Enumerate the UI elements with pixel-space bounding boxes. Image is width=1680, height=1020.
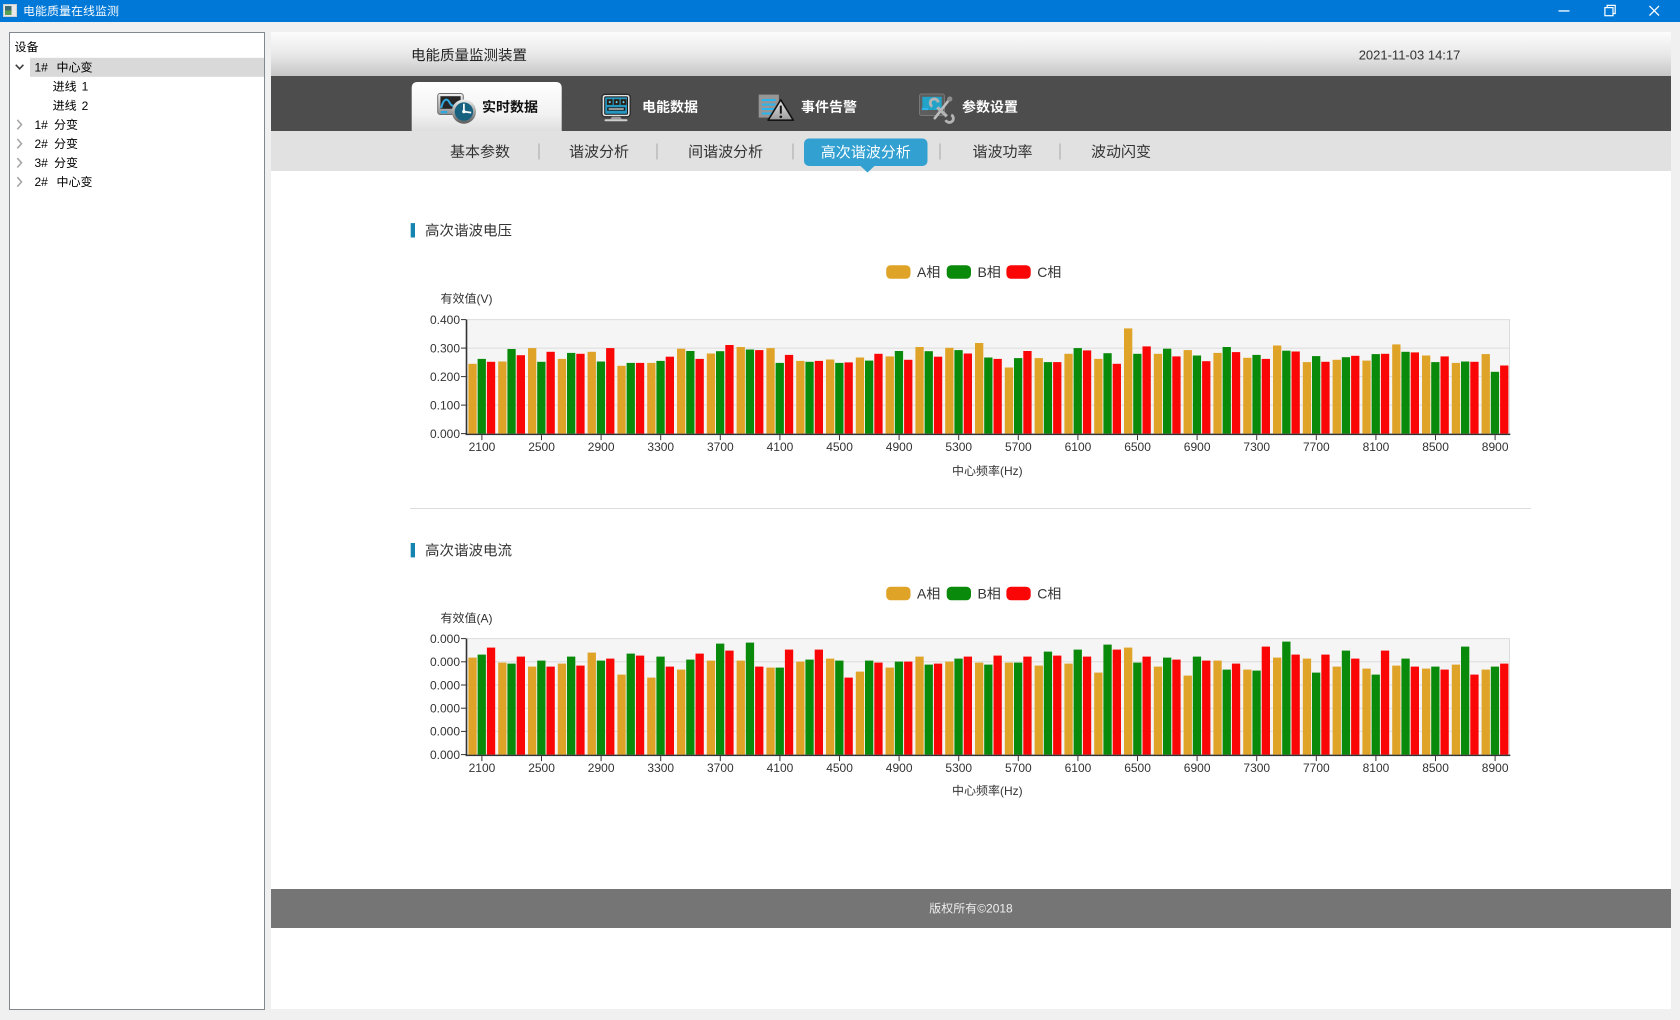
svg-text:3300: 3300	[647, 440, 674, 454]
svg-text:7700: 7700	[1303, 761, 1330, 775]
svg-text:7300: 7300	[1243, 761, 1270, 775]
svg-text:C: C	[1037, 586, 1047, 602]
svg-text:0.300: 0.300	[430, 341, 460, 355]
svg-text:4500: 4500	[826, 440, 853, 454]
svg-text:0.000: 0.000	[430, 725, 460, 739]
svg-text:6100: 6100	[1065, 761, 1092, 775]
svg-text:3#: 3#	[35, 156, 49, 170]
svg-text:B: B	[978, 264, 987, 280]
svg-text:2100: 2100	[469, 761, 496, 775]
svg-text:©2018: ©2018	[977, 902, 1013, 916]
svg-text:8100: 8100	[1363, 440, 1390, 454]
svg-text:2900: 2900	[588, 761, 615, 775]
svg-text:6500: 6500	[1124, 440, 1151, 454]
svg-text:6900: 6900	[1184, 440, 1211, 454]
svg-text:5700: 5700	[1005, 761, 1032, 775]
svg-text:0.100: 0.100	[430, 398, 460, 412]
svg-text:0.000: 0.000	[430, 632, 460, 646]
svg-text:4100: 4100	[767, 440, 794, 454]
svg-text:8100: 8100	[1363, 761, 1390, 775]
svg-text:6500: 6500	[1124, 761, 1151, 775]
svg-text:1#: 1#	[35, 61, 49, 75]
svg-text:4900: 4900	[886, 761, 913, 775]
svg-text:0.000: 0.000	[430, 678, 460, 692]
svg-text:5300: 5300	[945, 440, 972, 454]
svg-text:A: A	[917, 586, 927, 602]
svg-text:(V): (V)	[477, 292, 493, 306]
svg-text:2900: 2900	[588, 440, 615, 454]
svg-text:2100: 2100	[469, 440, 496, 454]
svg-text:4500: 4500	[826, 761, 853, 775]
svg-text:A: A	[917, 264, 927, 280]
svg-text:(A): (A)	[477, 611, 493, 625]
svg-text:0.200: 0.200	[430, 370, 460, 384]
svg-text:0.000: 0.000	[430, 427, 460, 441]
svg-text:(Hz): (Hz)	[1000, 784, 1023, 798]
svg-text:5700: 5700	[1005, 440, 1032, 454]
svg-text:3700: 3700	[707, 761, 734, 775]
svg-text:8500: 8500	[1422, 440, 1449, 454]
svg-text:4900: 4900	[886, 440, 913, 454]
svg-text:4100: 4100	[767, 761, 794, 775]
svg-text:2500: 2500	[528, 761, 555, 775]
svg-text:7300: 7300	[1243, 440, 1270, 454]
svg-text:(Hz): (Hz)	[1000, 464, 1023, 478]
svg-text:C: C	[1037, 264, 1047, 280]
svg-text:0.000: 0.000	[430, 748, 460, 762]
svg-text:B: B	[978, 586, 987, 602]
svg-text:8900: 8900	[1482, 761, 1509, 775]
svg-text:8900: 8900	[1482, 440, 1509, 454]
svg-text:8500: 8500	[1422, 761, 1449, 775]
svg-text:2021-11-03 14:17: 2021-11-03 14:17	[1359, 48, 1461, 63]
svg-text:3700: 3700	[707, 440, 734, 454]
svg-text:6900: 6900	[1184, 761, 1211, 775]
svg-text:0.000: 0.000	[430, 702, 460, 716]
svg-text:5300: 5300	[945, 761, 972, 775]
svg-text:2500: 2500	[528, 440, 555, 454]
svg-text:6100: 6100	[1065, 440, 1092, 454]
svg-text:2#: 2#	[35, 175, 49, 189]
svg-text:0.000: 0.000	[430, 655, 460, 669]
svg-text:0.400: 0.400	[430, 313, 460, 327]
svg-text:2: 2	[82, 99, 89, 113]
svg-text:3300: 3300	[647, 761, 674, 775]
svg-text:1#: 1#	[35, 118, 49, 132]
svg-text:7700: 7700	[1303, 440, 1330, 454]
svg-text:1: 1	[82, 80, 89, 94]
svg-text:2#: 2#	[35, 137, 49, 151]
